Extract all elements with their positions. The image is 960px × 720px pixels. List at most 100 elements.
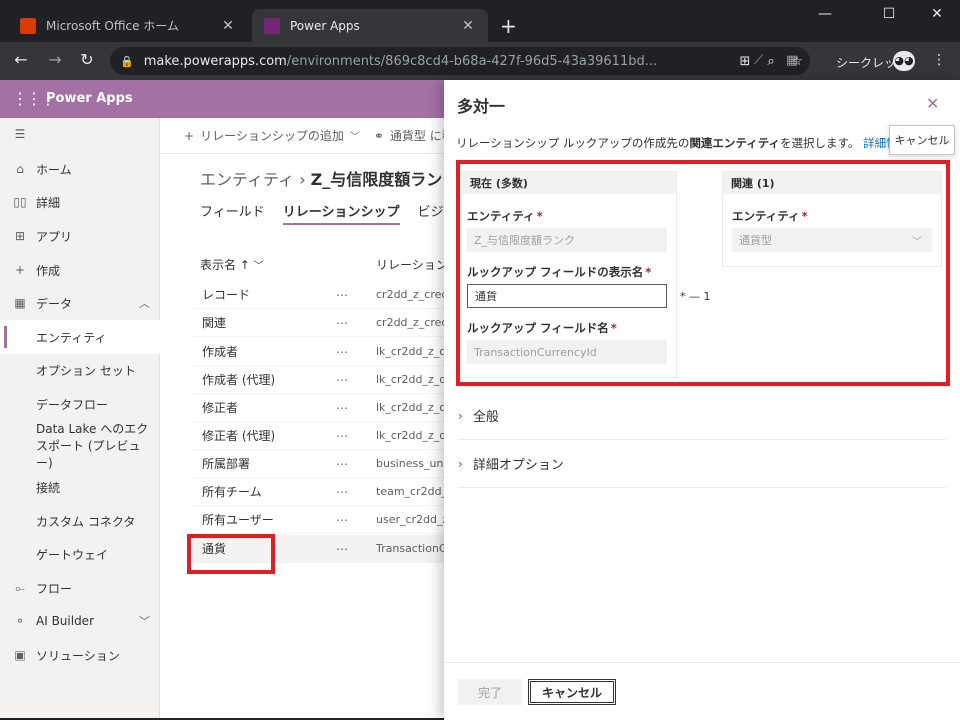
- related-entity-dropdown[interactable]: 通貨型 ﹀: [732, 228, 932, 252]
- nav-label: ホーム: [36, 162, 72, 177]
- nav-item-data-lake[interactable]: Data Lake へのエクスポート (プレビュー): [0, 422, 160, 470]
- tab-title: Power Apps: [290, 18, 360, 33]
- lock-icon: 🔒: [120, 54, 134, 68]
- lookup-display-label: ルックアップ フィールドの表示名 *: [467, 265, 652, 279]
- tab-relationships[interactable]: リレーションシップ: [282, 201, 400, 225]
- nav-item-data[interactable]: ▦ データ ︿: [0, 286, 160, 320]
- chevron-down-icon[interactable]: ﹀: [139, 613, 150, 629]
- close-tab-icon[interactable]: ✕: [220, 18, 236, 34]
- desc-bold: 関連エンティティ: [689, 136, 781, 150]
- chevron-down-icon[interactable]: ﹀: [350, 128, 360, 143]
- close-window-button[interactable]: ✕: [922, 6, 952, 22]
- more-icon[interactable]: ⋯: [336, 401, 376, 415]
- browser-toolbar: ← → ↻ 🔒 make.powerapps.com /environments…: [0, 42, 960, 80]
- nav-item-learn[interactable]: ▯▯ 詳細: [0, 185, 160, 219]
- lookup-display-name-input[interactable]: 通貨: [467, 284, 667, 308]
- chevron-up-icon[interactable]: ︿: [139, 295, 150, 311]
- row-name: 修正者: [202, 401, 239, 415]
- flow-icon: ⟜: [15, 580, 25, 595]
- menu-icon[interactable]: ⋮: [932, 52, 946, 68]
- nav-item-connections[interactable]: 接続: [0, 470, 160, 504]
- section-general[interactable]: › 全般: [458, 392, 946, 440]
- nav-item-gateways[interactable]: ゲートウェイ: [0, 537, 160, 571]
- highlight-box: [187, 534, 275, 574]
- desc-text: リレーションシップ ルックアップの作成先の: [456, 136, 690, 150]
- left-nav: ☰ ⌂ ホーム ▯▯ 詳細 ⊞ アプリ + 作成 ▦ データ ︿ エンティティ …: [0, 118, 160, 718]
- lookup-name-label: ルックアップ フィールド名 *: [467, 321, 617, 335]
- nav-label: 接続: [36, 480, 61, 495]
- extension-icon[interactable]: ⟋: [754, 53, 763, 68]
- nav-item-entities[interactable]: エンティティ: [0, 320, 160, 354]
- relationship-cardinality: * — 1: [680, 290, 711, 303]
- extension-icon-2[interactable]: ▦: [786, 53, 798, 68]
- nav-label: オプション セット: [36, 363, 136, 378]
- chevron-right-icon: ›: [458, 456, 463, 471]
- address-bar[interactable]: 🔒 make.powerapps.com /environments/869c8…: [110, 47, 810, 75]
- more-icon[interactable]: ⋯: [336, 345, 376, 359]
- nav-label: エンティティ: [36, 330, 107, 345]
- nav-item-home[interactable]: ⌂ ホーム: [0, 152, 160, 186]
- column-header-display-name[interactable]: 表示名 ↑ ﹀: [200, 256, 264, 273]
- powerapps-icon: [264, 17, 280, 34]
- close-tab-icon[interactable]: ✕: [460, 18, 476, 34]
- chevron-down-icon[interactable]: ﹀: [254, 261, 264, 272]
- nav-label: ゲートウェイ: [36, 547, 109, 562]
- nav-label: アプリ: [36, 229, 73, 244]
- nav-item-flows[interactable]: ⟜ フロー: [0, 571, 160, 605]
- incognito-icon[interactable]: ◕◕: [893, 51, 915, 71]
- nav-item-dataflows[interactable]: データフロー: [0, 387, 160, 421]
- entity-label: エンティティ *: [467, 209, 543, 223]
- new-tab-button[interactable]: +: [500, 14, 517, 38]
- more-icon[interactable]: ⋯: [336, 513, 376, 527]
- more-icon[interactable]: ⋯: [336, 429, 376, 443]
- nav-item-create[interactable]: + 作成: [0, 253, 160, 287]
- cancel-button[interactable]: キャンセル: [528, 679, 616, 705]
- chevron-right-icon: ›: [458, 408, 463, 423]
- add-relationship-button[interactable]: リレーションシップの追加: [200, 127, 344, 144]
- maximize-button[interactable]: ☐: [874, 6, 904, 22]
- link-icon: ⚭: [373, 128, 384, 143]
- forward-icon[interactable]: →: [44, 50, 66, 69]
- reload-icon[interactable]: ↻: [76, 50, 98, 69]
- tab-fields[interactable]: フィールド: [200, 201, 265, 225]
- breadcrumb-current: Z_与信限度額ランク: [310, 170, 459, 189]
- browser-tabbar: Microsoft Office ホーム ✕ Power Apps ✕ + — …: [0, 0, 960, 42]
- more-icon[interactable]: ⋯: [336, 316, 376, 330]
- back-icon[interactable]: ←: [10, 50, 32, 69]
- solution-icon: ▣: [14, 648, 26, 662]
- more-icon[interactable]: ⋯: [336, 542, 376, 556]
- browser-tab-office[interactable]: Microsoft Office ホーム ✕: [8, 9, 248, 42]
- nav-label: ソリューション: [36, 648, 120, 663]
- ai-icon: ⚬: [14, 614, 26, 628]
- nav-item-solutions[interactable]: ▣ ソリューション: [0, 638, 160, 672]
- row-name: 所有ユーザー: [202, 513, 274, 527]
- done-button[interactable]: 完了: [458, 679, 522, 705]
- nav-collapse[interactable]: ☰: [0, 118, 160, 150]
- related-header: 関連 (1): [723, 172, 941, 194]
- section-advanced-options[interactable]: › 詳細オプション: [458, 440, 946, 488]
- close-icon[interactable]: ✕: [926, 94, 939, 113]
- row-name: レコード: [202, 288, 251, 302]
- minimize-button[interactable]: —: [810, 6, 840, 22]
- more-icon[interactable]: ⋯: [336, 485, 376, 499]
- more-icon[interactable]: ⋯: [336, 288, 376, 302]
- more-icon[interactable]: ⋯: [336, 373, 376, 387]
- breadcrumb: エンティティ › Z_与信限度額ランク: [200, 166, 458, 190]
- nav-item-apps[interactable]: ⊞ アプリ: [0, 219, 160, 253]
- table-icon: ▦: [14, 296, 26, 310]
- browser-tab-powerapps[interactable]: Power Apps ✕: [252, 9, 488, 42]
- hamburger-icon[interactable]: ☰: [12, 127, 28, 141]
- chevron-down-icon: ﹀: [912, 236, 922, 248]
- nav-item-custom-connectors[interactable]: カスタム コネクタ: [0, 504, 160, 538]
- breadcrumb-root[interactable]: エンティティ: [200, 170, 294, 189]
- more-icon[interactable]: ⋯: [336, 457, 376, 471]
- nav-label: 作成: [36, 263, 61, 278]
- panel-title: 多対一: [457, 97, 506, 116]
- learn-more-link[interactable]: 詳細情報: [863, 136, 890, 150]
- nav-item-ai-builder[interactable]: ⚬ AI Builder ﹀: [0, 604, 160, 638]
- row-name: 所属部署: [202, 457, 251, 471]
- url-path: /environments/869c8cd4-b68a-427f-96d5-43…: [286, 53, 658, 69]
- nav-item-option-sets[interactable]: オプション セット: [0, 353, 160, 387]
- column-header-relationship[interactable]: リレーション: [376, 256, 448, 273]
- row-relation: user_cr2dd_z_: [376, 513, 454, 526]
